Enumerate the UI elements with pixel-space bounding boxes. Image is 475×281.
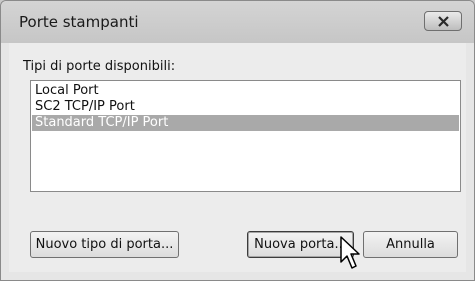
- title-bar[interactable]: Porte stampanti: [1, 1, 474, 43]
- new-port-type-button[interactable]: Nuovo tipo di porta...: [30, 231, 179, 258]
- close-icon: [438, 16, 449, 27]
- port-type-item-sc2-tcpip-port[interactable]: SC2 TCP/IP Port: [32, 99, 459, 115]
- port-type-item-standard-tcpip-port[interactable]: Standard TCP/IP Port: [32, 115, 459, 131]
- mouse-pointer-icon: [340, 236, 360, 269]
- dialog-title: Porte stampanti: [19, 13, 139, 31]
- printer-ports-dialog: Porte stampanti Tipi di porte disponibil…: [0, 0, 475, 281]
- port-type-item-local-port[interactable]: Local Port: [32, 83, 459, 99]
- new-port-button[interactable]: Nuova porta...: [247, 231, 354, 258]
- cancel-button[interactable]: Annulla: [363, 231, 458, 258]
- close-button[interactable]: [424, 11, 462, 31]
- port-types-listbox[interactable]: Local Port SC2 TCP/IP Port Standard TCP/…: [30, 80, 461, 192]
- port-types-label: Tipi di porte disponibili:: [23, 59, 176, 74]
